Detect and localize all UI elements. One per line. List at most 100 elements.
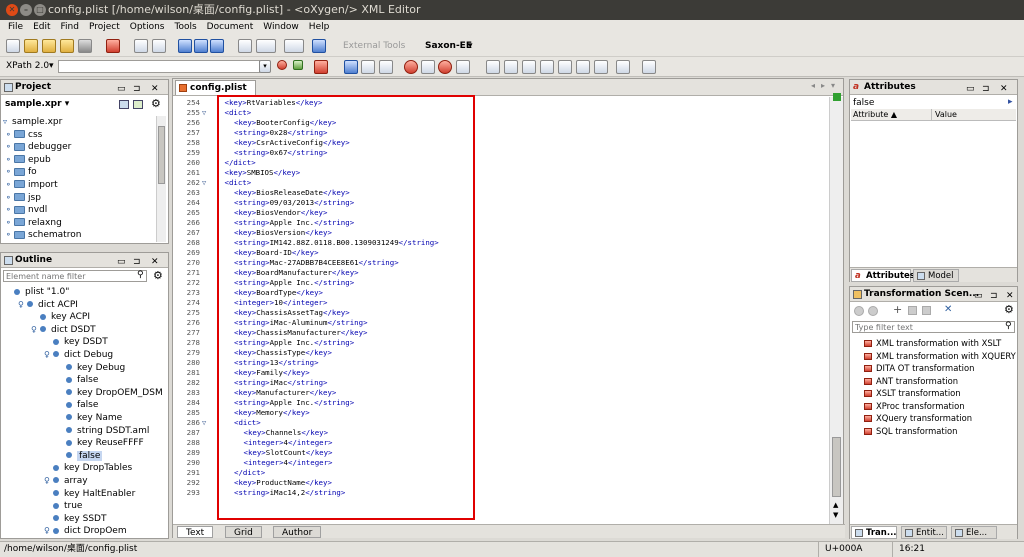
expand-icon[interactable]: ⚬ [5,141,14,154]
scenario-filter-input[interactable] [852,321,1015,333]
expand-icon[interactable]: ⚬ [5,129,14,142]
close-panel-icon[interactable]: ✕ [151,82,159,97]
toggle-comment-icon[interactable] [504,60,518,74]
code-line[interactable]: 293 <string>iMac14,2</string> [173,488,828,498]
outline-node[interactable]: key ReuseFFFF [3,437,168,450]
tab-author[interactable]: Author [273,526,322,538]
xpath-dropdown-icon[interactable]: ▾ [259,60,271,73]
chevron-down-icon[interactable]: ▾ [468,41,473,51]
close-window-icon[interactable]: ✕ [6,4,18,16]
expand-icon[interactable]: ♀ [31,324,40,337]
duplicate-scenario-icon[interactable] [922,306,931,315]
xslt-debugger-icon[interactable] [256,39,276,53]
code-line[interactable]: 268 <string>IM142.88Z.0118.B00.1309031249… [173,238,828,248]
join-elements-icon[interactable] [594,60,608,74]
column-value[interactable]: Value [935,109,957,121]
tab-config-plist[interactable]: config.plist [175,80,256,95]
collapse-all-icon[interactable] [119,100,129,109]
code-line[interactable]: 287 <key>Channels</key> [173,428,828,438]
pin-panel-icon[interactable]: ⊐ [990,289,998,304]
project-scrollbar[interactable] [156,116,166,242]
tab-entities[interactable]: Entit... [901,526,947,539]
outline-node[interactable]: ♀ dict DSDT [3,324,168,337]
apply-scenario-icon[interactable] [854,306,864,316]
expand-icon[interactable]: ⚬ [5,217,14,230]
scenario-item[interactable]: XQuery transformation [862,412,1017,425]
xquery-debugger-icon[interactable] [284,39,304,53]
open-project-icon[interactable] [60,39,74,53]
outline-node[interactable]: key SSDT [3,513,168,526]
project-root[interactable]: ▿ sample.xpr [3,116,155,129]
scroll-thumb[interactable] [832,437,841,497]
element-filter-input[interactable] [3,270,147,282]
menu-edit[interactable]: Edit [33,22,50,32]
menu-file[interactable]: File [8,22,23,32]
editor-vertical-scrollbar[interactable]: ▲ ▼ [829,97,843,524]
outline-node[interactable]: key HaltEnabler [3,488,168,501]
scenario-options-icon[interactable] [456,60,470,74]
outline-node[interactable]: false [3,399,168,412]
code-line[interactable]: 292 <key>ProductName</key> [173,478,828,488]
cut-icon[interactable] [178,39,192,53]
tab-transformation[interactable]: Tran... [851,526,897,539]
edit-scenario-icon[interactable] [908,306,917,315]
code-line[interactable]: 275 <key>ChassisAssetTag</key> [173,308,828,318]
run-xpath-icon[interactable] [277,60,287,70]
pin-panel-icon[interactable]: ⊐ [133,82,141,97]
code-line[interactable]: 289 <key>SlotCount</key> [173,448,828,458]
chevron-down-icon[interactable]: ▾ [65,99,70,109]
chevron-down-icon[interactable]: ▾ [49,61,54,71]
outline-node[interactable]: true [3,500,168,513]
expand-icon[interactable]: ▿ [3,116,12,129]
outline-node[interactable]: false [3,374,168,387]
outline-node[interactable]: key Name [3,412,168,425]
scroll-up-icon[interactable]: ▲ [833,501,838,509]
expand-icon[interactable]: ♀ [18,299,27,312]
restore-panel-icon[interactable]: ▭ [966,82,975,97]
transformer-select[interactable]: Saxon-EE [425,41,472,51]
restore-panel-icon[interactable]: ▭ [117,255,126,270]
tab-text[interactable]: Text [177,526,214,538]
menu-find[interactable]: Find [61,22,79,32]
outline-node[interactable]: false [3,450,168,463]
outline-node[interactable]: key DropOEM_DSM [3,387,168,400]
code-line[interactable]: 265 <key>BiosVendor</key> [173,208,828,218]
validate-with-icon[interactable] [379,60,393,74]
undo-icon[interactable] [194,39,208,53]
scenario-item[interactable]: XML transformation with XQUERY [862,350,1017,363]
code-line[interactable]: 264 <string>09/03/2013</string> [173,198,828,208]
scenario-item[interactable]: XProc transformation [862,400,1017,413]
code-line[interactable]: 278 <string>Apple Inc.</string> [173,338,828,348]
code-line[interactable]: 260 </dict> [173,158,828,168]
code-line[interactable]: 276 <string>iMac-Aluminum</string> [173,318,828,328]
project-folder[interactable]: ⚬ fo [3,166,155,179]
project-folder[interactable]: ⚬ debugger [3,141,155,154]
link-editor-icon[interactable] [133,100,143,109]
xpath-settings-icon[interactable] [293,60,303,70]
debug-scenario-icon[interactable] [868,306,878,316]
pin-panel-icon[interactable]: ⊐ [133,255,141,270]
rename-element-icon[interactable] [558,60,572,74]
save-icon[interactable] [78,39,92,53]
code-line[interactable]: 280 <string>13</string> [173,358,828,368]
outline-node[interactable]: ♀ dict ACPI [3,299,168,312]
project-folder[interactable]: ⚬ nvdl [3,204,155,217]
code-line[interactable]: 279 <key>ChassisType</key> [173,348,828,358]
redo-icon[interactable] [210,39,224,53]
project-folder[interactable]: ⚬ jsp [3,192,155,205]
code-line[interactable]: 254 <key>RtVariables</key> [173,98,828,108]
validation-options-icon[interactable] [361,60,375,74]
fold-toggle-icon[interactable]: ▽ [202,108,206,118]
code-line[interactable]: 281 <key>Family</key> [173,368,828,378]
code-line[interactable]: 259 <string>0x67</string> [173,148,828,158]
code-line[interactable]: 270 <string>Mac-27ADBB7B4CEE8E61</string> [173,258,828,268]
scroll-thumb[interactable] [158,126,165,184]
layout-icon[interactable] [238,39,252,53]
external-tools-label[interactable]: External Tools [343,41,405,51]
check-well-formed-icon[interactable] [344,60,358,74]
menu-document[interactable]: Document [207,22,254,32]
outline-node[interactable]: string DSDT.aml [3,425,168,438]
menu-options[interactable]: Options [130,22,165,32]
code-line[interactable]: 266 <string>Apple Inc.</string> [173,218,828,228]
scroll-down-icon[interactable]: ▼ [833,511,838,519]
